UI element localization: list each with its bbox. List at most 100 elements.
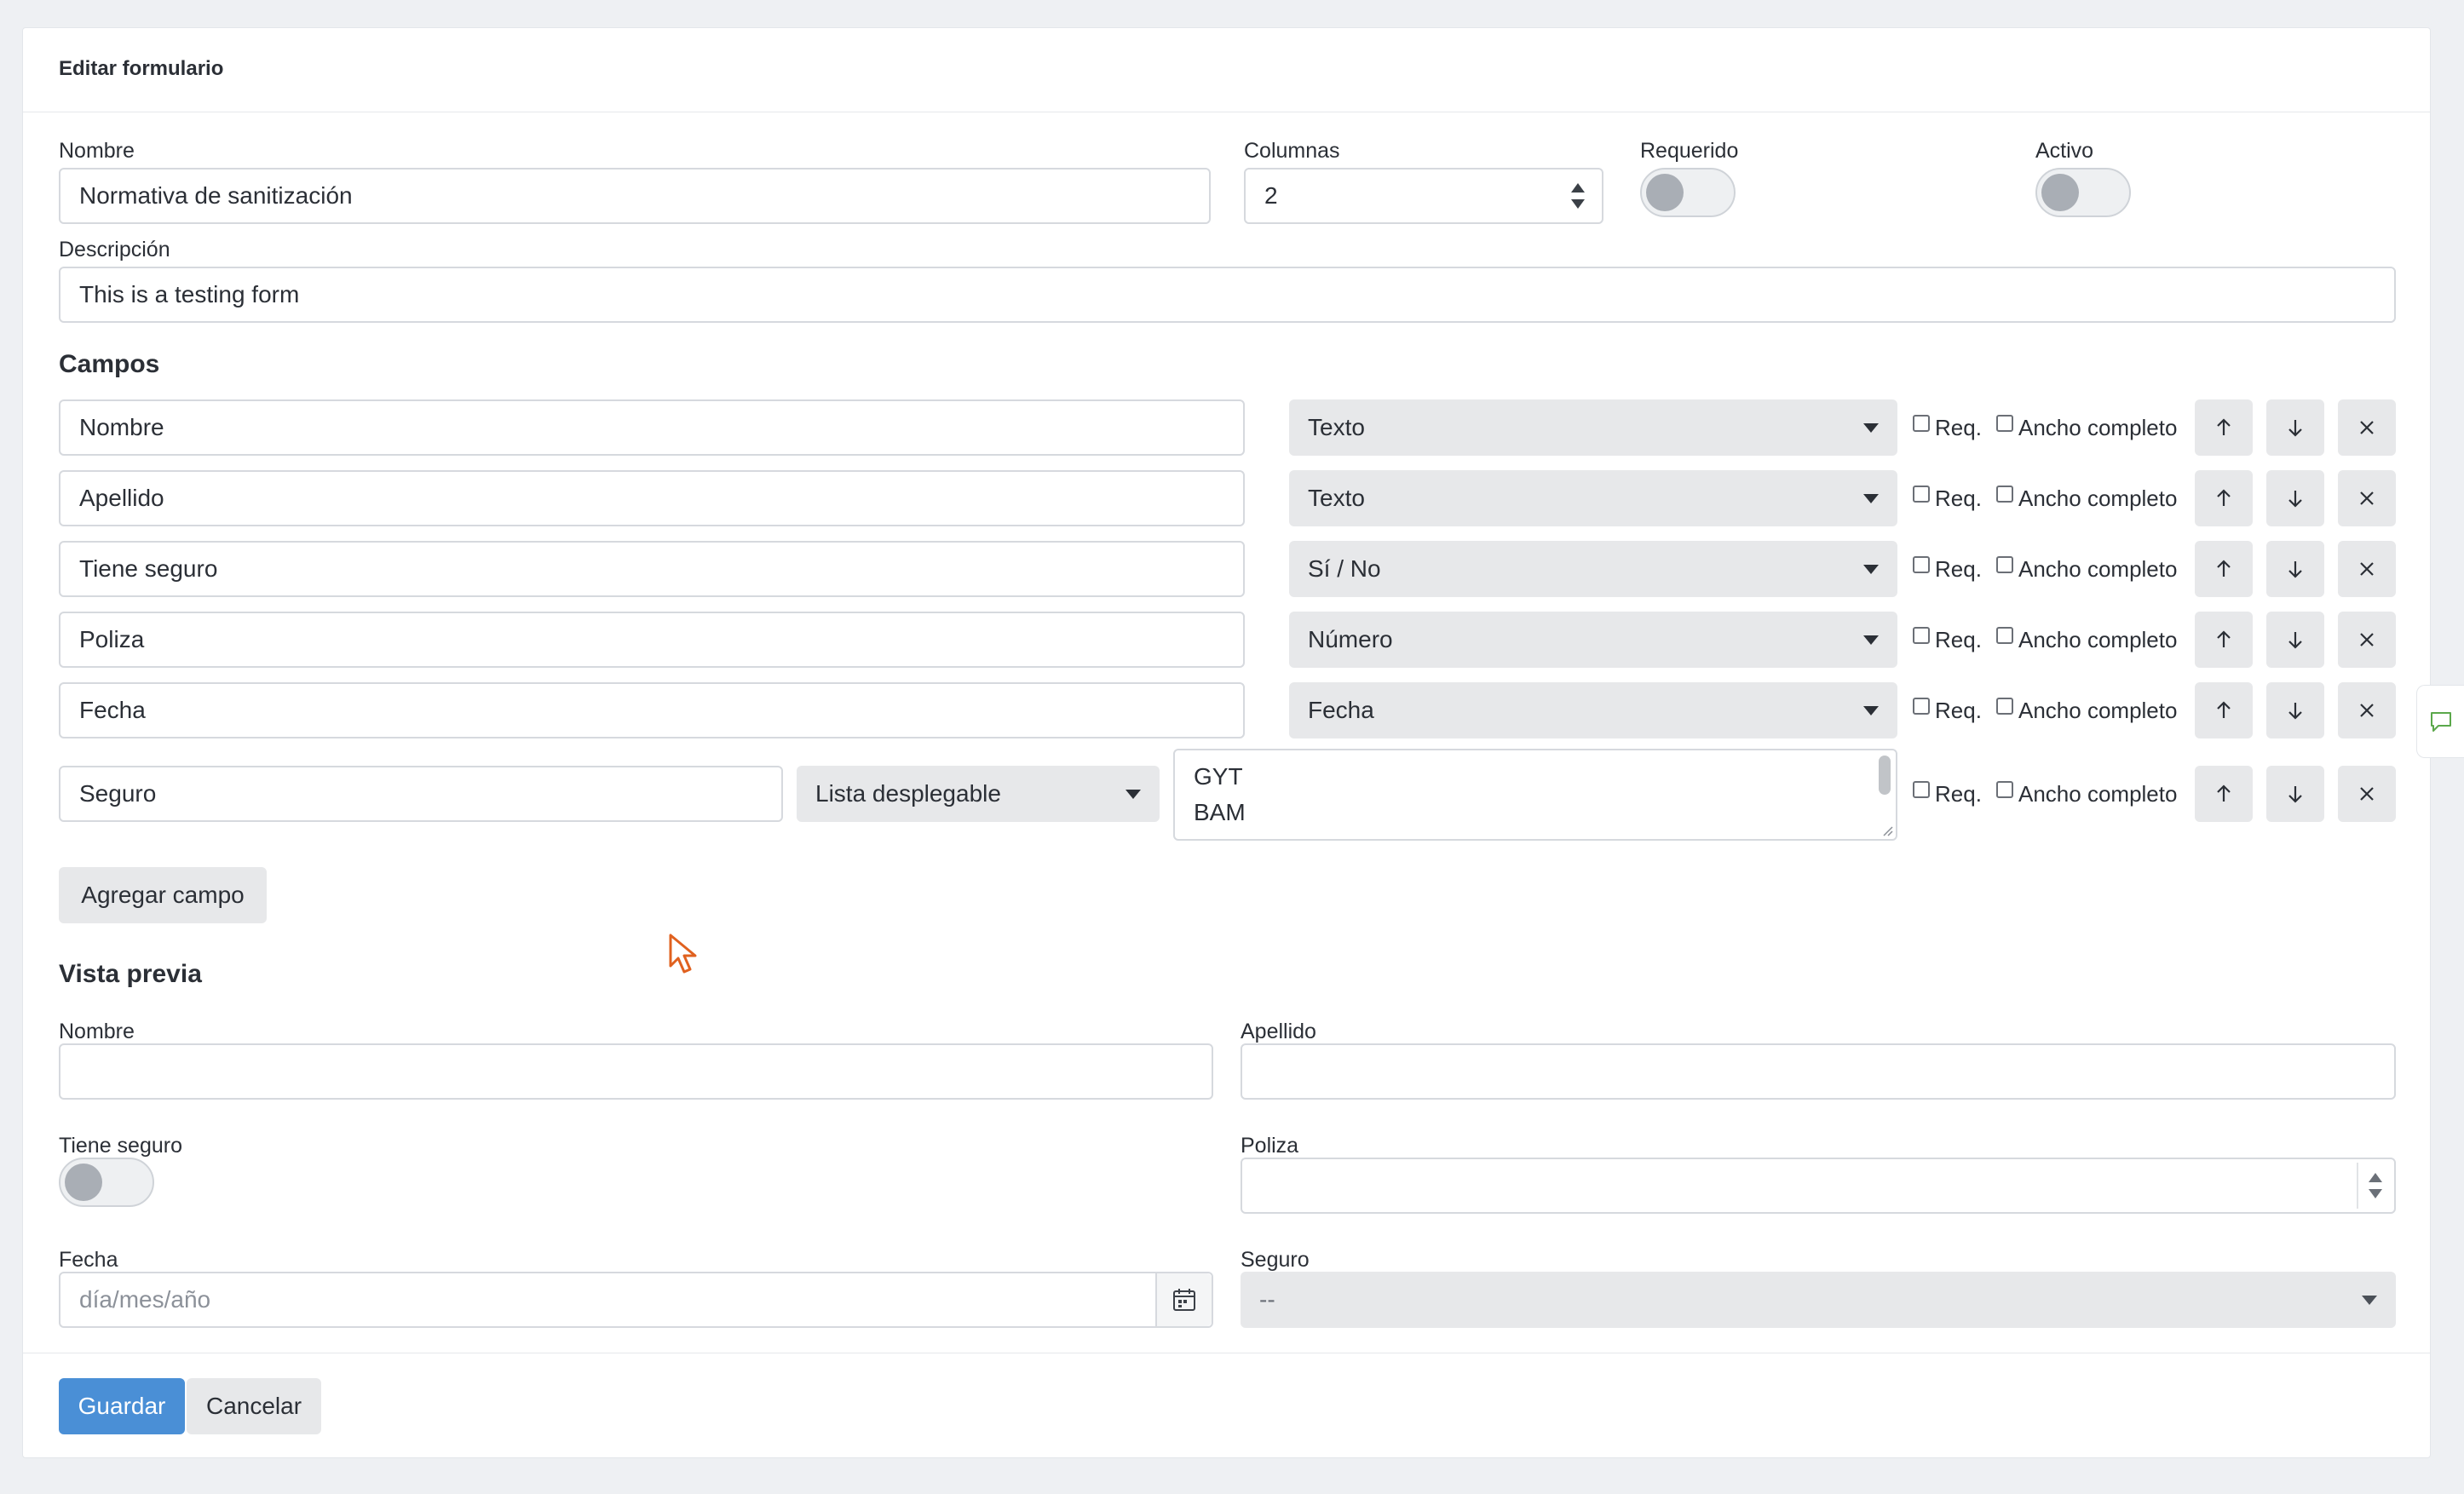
move-down-button[interactable] (2266, 470, 2324, 526)
fields-section-title: Campos (59, 350, 160, 378)
full-width-checkbox[interactable]: Ancho completo (1996, 697, 2177, 724)
move-up-button[interactable] (2195, 766, 2253, 822)
columns-stepper[interactable] (1561, 173, 1595, 219)
checkbox-box[interactable] (1996, 414, 2013, 432)
scrollbar[interactable] (1879, 756, 1891, 795)
field-type-value: Lista desplegable (815, 780, 1001, 807)
move-up-button[interactable] (2195, 399, 2253, 456)
save-button[interactable]: Guardar (59, 1378, 185, 1434)
remove-field-button[interactable] (2338, 766, 2396, 822)
preview-seguro-select[interactable]: -- (1241, 1272, 2396, 1328)
checkbox-box[interactable] (1913, 485, 1930, 503)
move-down-button[interactable] (2266, 399, 2324, 456)
field-type-value: Sí / No (1308, 555, 1381, 582)
add-field-button[interactable]: Agregar campo (59, 867, 267, 923)
active-toggle[interactable] (2035, 168, 2131, 217)
preview-fecha-input[interactable]: día/mes/año (59, 1272, 1213, 1328)
req-checkbox[interactable]: Req. (1913, 485, 1982, 512)
remove-field-button[interactable] (2338, 470, 2396, 526)
decrement-icon[interactable] (1571, 199, 1585, 209)
move-down-button[interactable] (2266, 541, 2324, 597)
field-type-value: Número (1308, 626, 1393, 652)
req-checkbox[interactable]: Req. (1913, 626, 1982, 653)
increment-icon[interactable] (2369, 1173, 2382, 1182)
checkbox-box[interactable] (1913, 626, 1930, 644)
remove-field-button[interactable] (2338, 682, 2396, 738)
move-down-button[interactable] (2266, 682, 2324, 738)
remove-field-button[interactable] (2338, 612, 2396, 668)
req-checkbox[interactable]: Req. (1913, 697, 1982, 724)
poliza-stepper[interactable] (2357, 1163, 2392, 1209)
field-type-select[interactable]: Texto (1289, 470, 1897, 526)
field-name-input[interactable]: Fecha (59, 682, 1245, 738)
columns-value: 2 (1264, 182, 1278, 209)
remove-field-button[interactable] (2338, 399, 2396, 456)
move-down-button[interactable] (2266, 612, 2324, 668)
remove-field-button[interactable] (2338, 541, 2396, 597)
full-width-checkbox-label: Ancho completo (2018, 415, 2178, 440)
toggle-knob (65, 1164, 102, 1201)
required-toggle[interactable] (1640, 168, 1736, 217)
chevron-down-icon (1863, 565, 1879, 574)
full-width-checkbox[interactable]: Ancho completo (1996, 780, 2177, 807)
checkbox-box[interactable] (1913, 414, 1930, 432)
req-checkbox[interactable]: Req. (1913, 555, 1982, 583)
move-up-button[interactable] (2195, 541, 2253, 597)
checkbox-box[interactable] (1996, 780, 2013, 798)
field-type-select[interactable]: Sí / No (1289, 541, 1897, 597)
preview-apellido-input[interactable] (1241, 1043, 2396, 1100)
req-checkbox-label: Req. (1935, 698, 1982, 723)
field-type-select[interactable]: Número (1289, 612, 1897, 668)
checkbox-box[interactable] (1996, 697, 2013, 715)
preview-section-title: Vista previa (59, 960, 202, 988)
full-width-checkbox[interactable]: Ancho completo (1996, 414, 2178, 441)
checkbox-box[interactable] (1996, 485, 2013, 503)
chevron-down-icon (1863, 494, 1879, 503)
field-type-select[interactable]: Texto (1289, 399, 1897, 456)
field-type-select[interactable]: Lista desplegable (797, 766, 1160, 822)
checkbox-box[interactable] (1996, 626, 2013, 644)
req-checkbox[interactable]: Req. (1913, 780, 1982, 807)
toggle-knob (1646, 174, 1684, 211)
req-checkbox-label: Req. (1935, 415, 1982, 440)
field-name-input[interactable]: Apellido (59, 470, 1245, 526)
feedback-tab[interactable] (2416, 685, 2464, 758)
preview-tiene-seguro-toggle[interactable] (59, 1158, 154, 1207)
move-down-button[interactable] (2266, 766, 2324, 822)
description-input[interactable]: This is a testing form (59, 267, 2396, 323)
field-type-select[interactable]: Fecha (1289, 682, 1897, 738)
preview-poliza-input[interactable] (1241, 1158, 2396, 1214)
checkbox-box[interactable] (1996, 555, 2013, 573)
options-textarea[interactable]: GYT BAM (1173, 749, 1897, 841)
field-name-input[interactable]: Tiene seguro (59, 541, 1245, 597)
arrow-down-icon (2288, 703, 2302, 720)
field-type-value: Texto (1308, 414, 1365, 440)
full-width-checkbox[interactable]: Ancho completo (1996, 555, 2177, 583)
full-width-checkbox[interactable]: Ancho completo (1996, 485, 2177, 512)
field-name-input[interactable]: Poliza (59, 612, 1245, 668)
description-value: This is a testing form (79, 281, 300, 307)
req-checkbox-label: Req. (1935, 556, 1982, 582)
field-name-value: Fecha (79, 697, 146, 723)
preview-nombre-input[interactable] (59, 1043, 1213, 1100)
checkbox-box[interactable] (1913, 780, 1930, 798)
move-up-button[interactable] (2195, 470, 2253, 526)
option-item: BAM (1194, 799, 1246, 825)
full-width-checkbox[interactable]: Ancho completo (1996, 626, 2177, 653)
checkbox-box[interactable] (1913, 697, 1930, 715)
decrement-icon[interactable] (2369, 1189, 2382, 1198)
columns-number-input[interactable]: 2 (1244, 168, 1603, 224)
resize-handle-icon[interactable] (1881, 825, 1893, 836)
field-name-input[interactable]: Nombre (59, 399, 1245, 456)
date-picker-button[interactable] (1155, 1273, 1212, 1326)
cancel-button[interactable]: Cancelar (187, 1378, 321, 1434)
form-name-input[interactable]: Normativa de sanitización (59, 168, 1211, 224)
increment-icon[interactable] (1571, 183, 1585, 192)
field-name-input[interactable]: Seguro (59, 766, 783, 822)
active-label: Activo (2035, 139, 2094, 163)
checkbox-box[interactable] (1913, 555, 1930, 573)
columns-label: Columnas (1244, 139, 1340, 163)
req-checkbox[interactable]: Req. (1913, 414, 1982, 441)
move-up-button[interactable] (2195, 612, 2253, 668)
move-up-button[interactable] (2195, 682, 2253, 738)
